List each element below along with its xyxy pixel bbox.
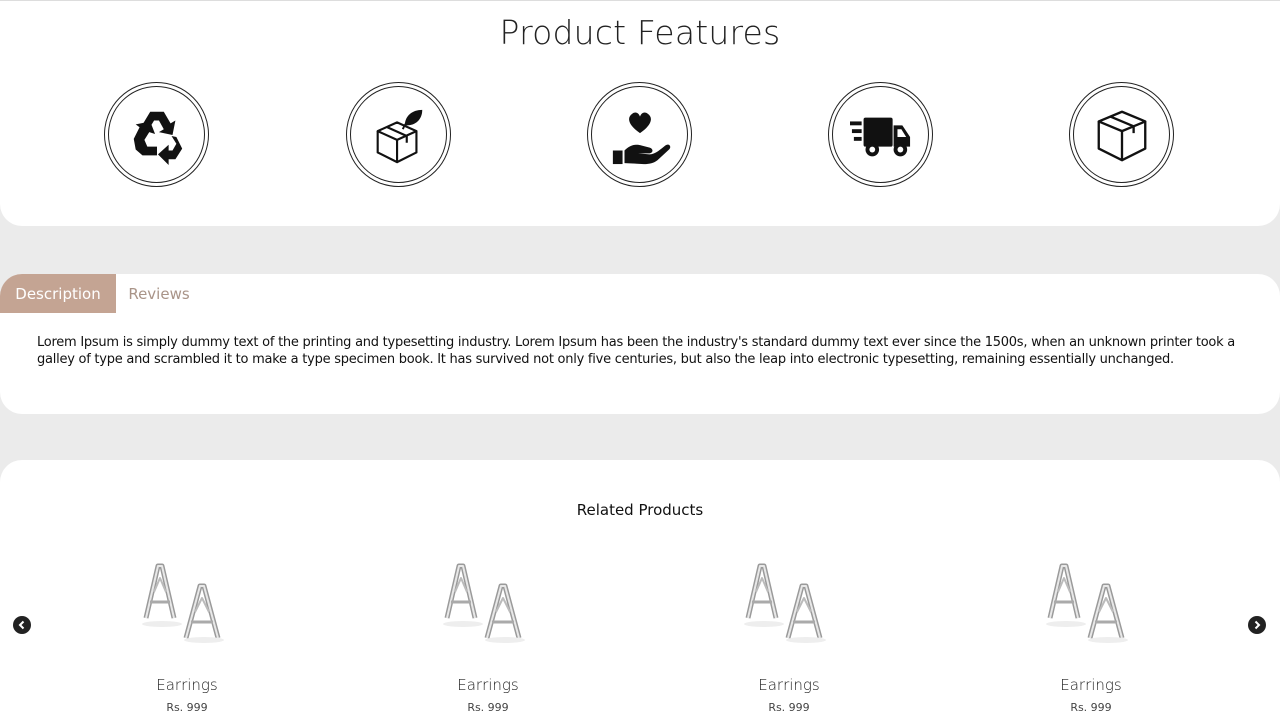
feature-eco-box bbox=[346, 82, 451, 187]
feature-fast-delivery bbox=[828, 82, 933, 187]
product-price: Rs. 999 bbox=[467, 701, 509, 714]
product-card[interactable]: Earrings Rs. 999 bbox=[991, 558, 1191, 714]
eco-box-icon bbox=[376, 109, 422, 163]
product-card[interactable]: Earrings Rs. 999 bbox=[689, 558, 889, 714]
earrings-image bbox=[142, 563, 224, 643]
feature-care bbox=[587, 82, 692, 187]
earrings-image bbox=[1046, 563, 1128, 643]
product-name[interactable]: Earrings bbox=[87, 676, 287, 694]
product-tabs-section: Description Reviews Lorem Ipsum is simpl… bbox=[0, 274, 1280, 414]
recycle-icon bbox=[133, 111, 182, 165]
product-price: Rs. 999 bbox=[1070, 701, 1112, 714]
earrings-image bbox=[744, 563, 826, 643]
product-features-section: Product Features bbox=[0, 0, 1280, 226]
chevron-left-icon bbox=[18, 620, 25, 630]
features-title: Product Features bbox=[499, 13, 781, 52]
earrings-image bbox=[443, 563, 525, 643]
related-products-section: Related Products Earrings Rs. 999 Earrin… bbox=[0, 460, 1280, 720]
chevron-right-icon bbox=[1254, 620, 1261, 630]
tab-reviews[interactable]: Reviews bbox=[116, 274, 202, 313]
product-name[interactable]: Earrings bbox=[388, 676, 588, 694]
description-text: Lorem Ipsum is simply dummy text of the … bbox=[37, 335, 1236, 367]
product-price: Rs. 999 bbox=[166, 701, 208, 714]
product-price: Rs. 999 bbox=[768, 701, 810, 714]
heart-hand-icon bbox=[612, 111, 670, 164]
feature-package bbox=[1069, 82, 1174, 187]
fast-delivery-truck-icon bbox=[849, 117, 910, 156]
package-box-icon bbox=[1097, 110, 1146, 161]
product-card[interactable]: Earrings Rs. 999 bbox=[388, 558, 588, 714]
carousel-next-button[interactable] bbox=[1248, 616, 1266, 634]
related-products-title: Related Products bbox=[576, 501, 704, 519]
product-name[interactable]: Earrings bbox=[689, 676, 889, 694]
feature-recycle bbox=[104, 82, 209, 187]
product-card[interactable]: Earrings Rs. 999 bbox=[87, 558, 287, 714]
tab-description[interactable]: Description bbox=[0, 274, 116, 313]
product-name[interactable]: Earrings bbox=[991, 676, 1191, 694]
carousel-prev-button[interactable] bbox=[13, 616, 31, 634]
